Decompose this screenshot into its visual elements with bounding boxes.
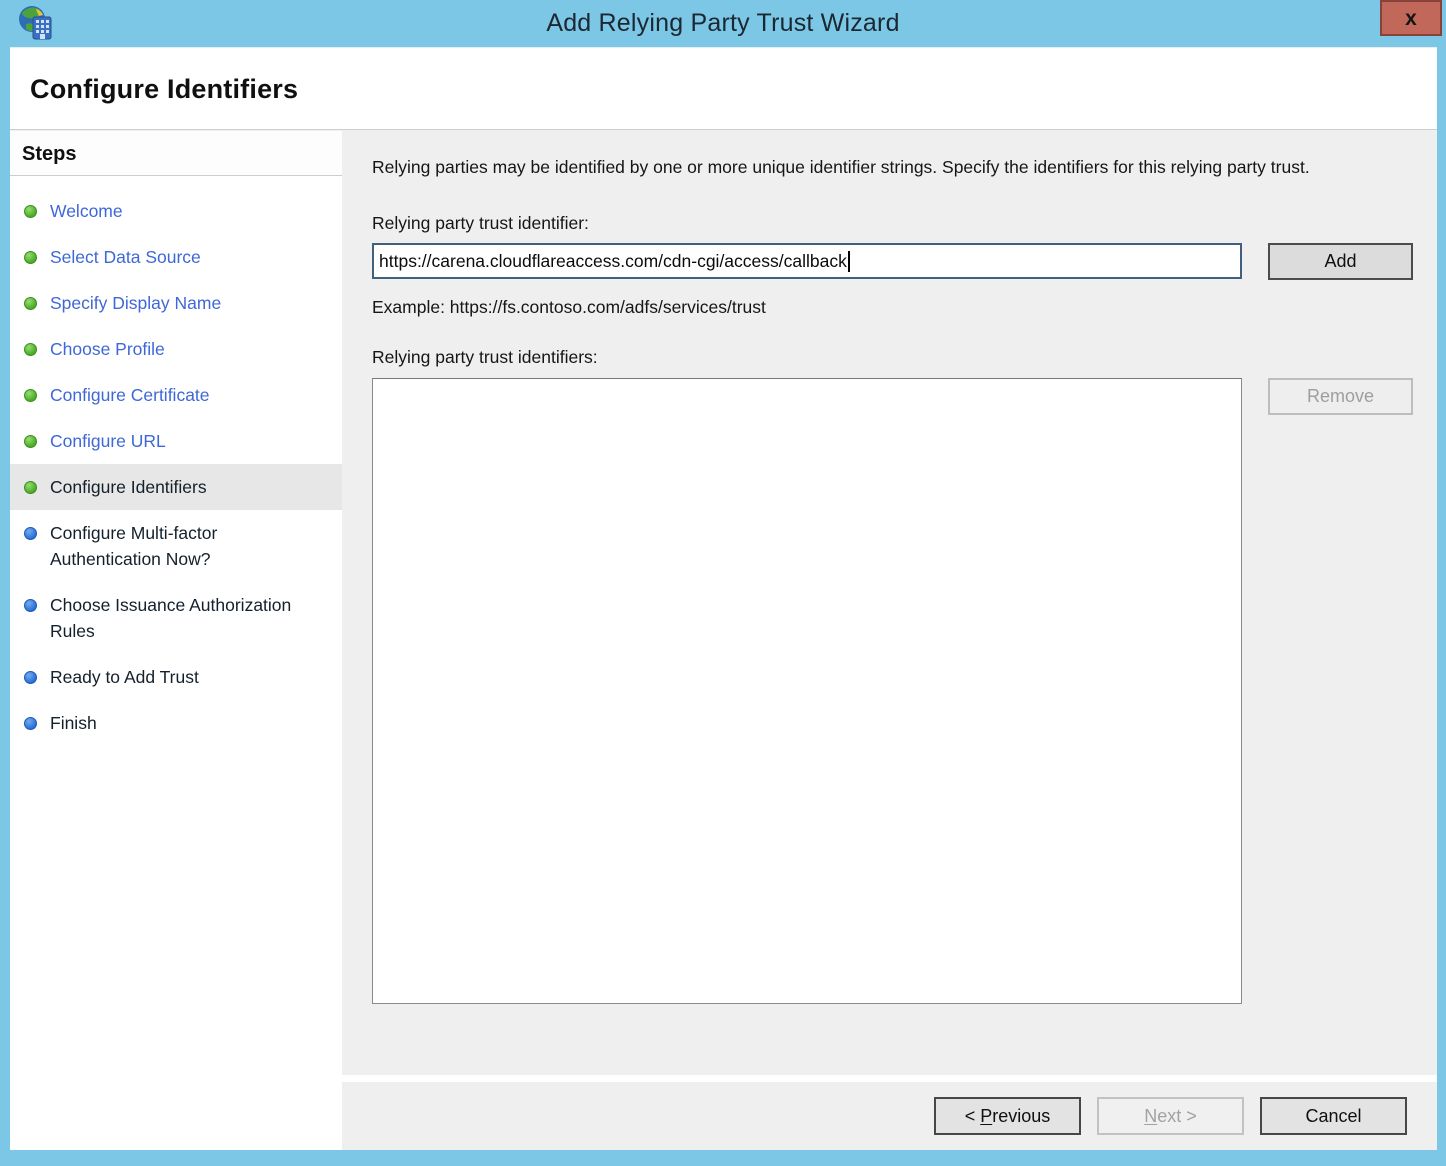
sidebar-step[interactable]: Configure Certificate bbox=[10, 372, 342, 418]
content-column: Relying parties may be identified by one… bbox=[342, 130, 1437, 1150]
step-label: Welcome bbox=[50, 198, 123, 224]
step-status-bullet-icon bbox=[24, 481, 37, 494]
steps-sidebar: Steps Welcome Select Data Source Specify… bbox=[10, 130, 342, 1150]
intro-text: Relying parties may be identified by one… bbox=[372, 154, 1402, 181]
step-status-bullet-icon bbox=[24, 671, 37, 684]
previous-button[interactable]: < Previous bbox=[934, 1097, 1081, 1135]
window-title: Add Relying Party Trust Wizard bbox=[546, 9, 899, 38]
step-status-bullet-icon bbox=[24, 435, 37, 448]
text-caret bbox=[848, 251, 850, 272]
step-label: Configure Identifiers bbox=[50, 474, 207, 500]
add-button[interactable]: Add bbox=[1268, 243, 1413, 280]
step-label: Configure Certificate bbox=[50, 382, 210, 408]
identifier-input[interactable]: https://carena.cloudflareaccess.com/cdn-… bbox=[372, 243, 1242, 279]
titlebar: Add Relying Party Trust Wizard x bbox=[0, 0, 1446, 47]
identifier-input-value: https://carena.cloudflareaccess.com/cdn-… bbox=[379, 251, 847, 272]
step-status-bullet-icon bbox=[24, 205, 37, 218]
identifiers-list-label: Relying party trust identifiers: bbox=[372, 347, 1413, 368]
step-label: Finish bbox=[50, 710, 97, 736]
step-label: Configure Multi-factor Authentication No… bbox=[50, 520, 300, 572]
step-status-bullet-icon bbox=[24, 251, 37, 264]
step-label: Specify Display Name bbox=[50, 290, 221, 316]
wizard-window: Add Relying Party Trust Wizard x Configu… bbox=[0, 0, 1446, 1166]
next-button[interactable]: Next > bbox=[1097, 1097, 1244, 1135]
cancel-button[interactable]: Cancel bbox=[1260, 1097, 1407, 1135]
sidebar-step[interactable]: Configure Multi-factor Authentication No… bbox=[10, 510, 342, 582]
step-status-bullet-icon bbox=[24, 389, 37, 402]
adfs-app-icon bbox=[16, 4, 54, 42]
step-status-bullet-icon bbox=[24, 599, 37, 612]
close-button[interactable]: x bbox=[1380, 0, 1442, 36]
page-header: Configure Identifiers bbox=[10, 48, 1437, 130]
sidebar-step[interactable]: Specify Display Name bbox=[10, 280, 342, 326]
sidebar-step[interactable]: Finish bbox=[10, 700, 342, 746]
content-area: Relying parties may be identified by one… bbox=[342, 130, 1437, 1075]
step-status-bullet-icon bbox=[24, 297, 37, 310]
sidebar-step[interactable]: Choose Issuance Authorization Rules bbox=[10, 582, 342, 654]
step-label: Configure URL bbox=[50, 428, 166, 454]
example-text: Example: https://fs.contoso.com/adfs/ser… bbox=[372, 297, 1413, 318]
step-label: Choose Issuance Authorization Rules bbox=[50, 592, 300, 644]
step-status-bullet-icon bbox=[24, 527, 37, 540]
sidebar-step[interactable]: Configure URL bbox=[10, 418, 342, 464]
sidebar-step[interactable]: Configure Identifiers bbox=[10, 464, 342, 510]
footer-bar: < Previous Next > Cancel bbox=[342, 1082, 1437, 1150]
steps-header: Steps bbox=[10, 131, 342, 176]
step-label: Select Data Source bbox=[50, 244, 201, 270]
step-label: Choose Profile bbox=[50, 336, 165, 362]
page-title: Configure Identifiers bbox=[30, 74, 1437, 105]
sidebar-step[interactable]: Ready to Add Trust bbox=[10, 654, 342, 700]
sidebar-step[interactable]: Welcome bbox=[10, 188, 342, 234]
steps-list: Welcome Select Data Source Specify Displ… bbox=[10, 176, 342, 746]
footer-divider bbox=[342, 1075, 1437, 1082]
step-status-bullet-icon bbox=[24, 343, 37, 356]
identifier-label: Relying party trust identifier: bbox=[372, 213, 1413, 234]
steps-title: Steps bbox=[22, 143, 76, 165]
identifiers-listbox[interactable] bbox=[372, 378, 1242, 1004]
remove-button[interactable]: Remove bbox=[1268, 378, 1413, 415]
step-status-bullet-icon bbox=[24, 717, 37, 730]
sidebar-step[interactable]: Select Data Source bbox=[10, 234, 342, 280]
sidebar-step[interactable]: Choose Profile bbox=[10, 326, 342, 372]
wizard-frame: Configure Identifiers Steps Welcome Sele… bbox=[10, 47, 1437, 1150]
step-label: Ready to Add Trust bbox=[50, 664, 199, 690]
